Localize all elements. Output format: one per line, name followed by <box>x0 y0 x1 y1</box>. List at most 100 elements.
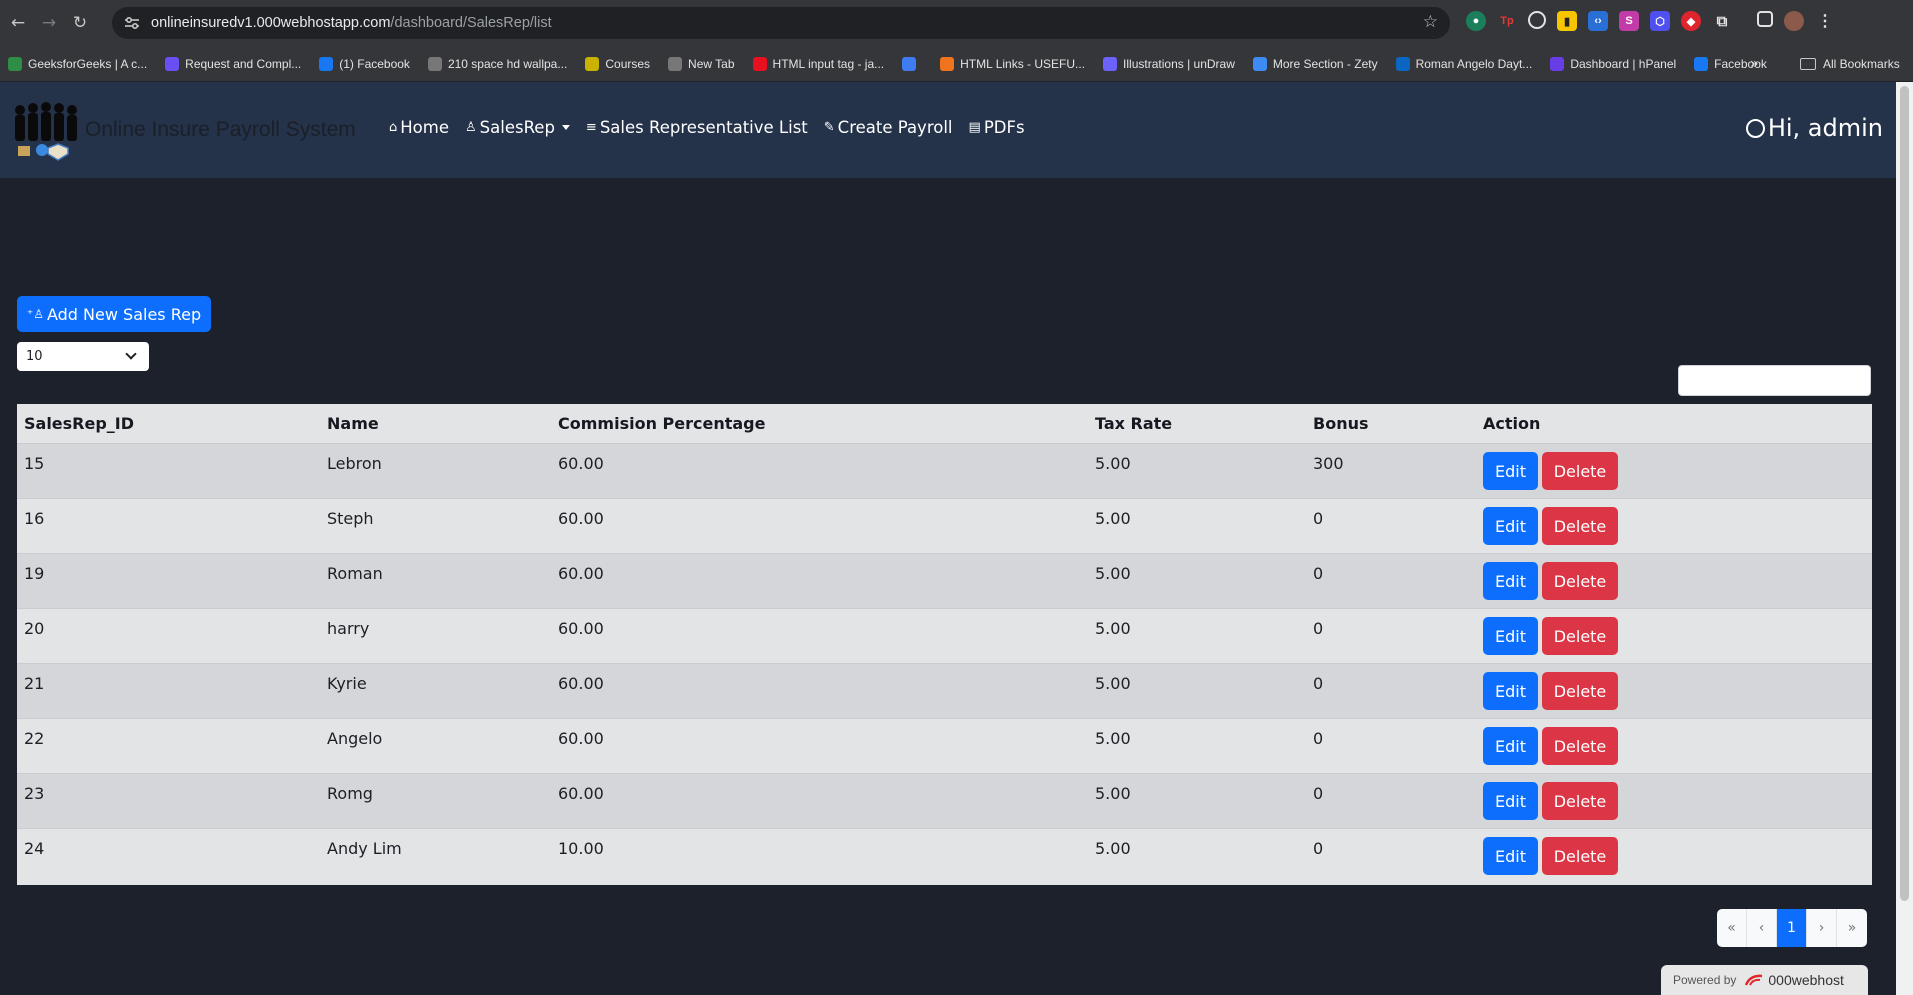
site-settings-icon[interactable] <box>121 12 143 34</box>
cell-bonus: 0 <box>1313 784 1324 803</box>
bookmark-label: Request and Compl... <box>185 56 302 71</box>
cell-tax-rate: 5.00 <box>1095 839 1131 858</box>
delete-button[interactable]: Delete <box>1542 837 1618 875</box>
nav-item-salesrep[interactable]: ♙ SalesRep <box>465 118 570 137</box>
header-name[interactable]: Name <box>327 414 379 433</box>
bookmark-item[interactable]: Roman Angelo Dayt... <box>1395 56 1532 71</box>
bookmark-item[interactable] <box>902 56 922 71</box>
bookmark-item[interactable]: Dashboard | hPanel <box>1550 56 1676 71</box>
nav-item-label: PDFs <box>983 118 1025 137</box>
bookmark-item[interactable]: GeeksforGeeks | A c... <box>8 56 147 71</box>
header-tax-rate[interactable]: Tax Rate <box>1095 414 1172 433</box>
cell-id: 16 <box>24 509 45 528</box>
cell-commission: 60.00 <box>558 674 604 693</box>
bookmark-item[interactable]: (1) Facebook <box>319 56 410 71</box>
edit-button[interactable]: Edit <box>1483 672 1538 710</box>
delete-button[interactable]: Delete <box>1542 507 1618 545</box>
bookmark-item[interactable]: Illustrations | unDraw <box>1103 56 1235 71</box>
edit-button[interactable]: Edit <box>1483 562 1538 600</box>
next-page-button[interactable]: › <box>1807 909 1837 947</box>
table-row: 21 Kyrie 60.00 5.00 0 Edit Delete <box>17 664 1872 719</box>
nav-item-pdfs[interactable]: ▤ PDFs <box>969 118 1025 137</box>
extension-icon[interactable]: ◆ <box>1681 11 1701 31</box>
edit-button[interactable]: Edit <box>1483 507 1538 545</box>
extension-icon[interactable]: ‹› <box>1588 11 1608 31</box>
table-search-input[interactable] <box>1678 365 1871 396</box>
profile-avatar[interactable] <box>1784 11 1804 31</box>
powered-by-badge[interactable]: Powered by 000webhost <box>1661 965 1868 995</box>
cell-id: 22 <box>24 729 45 748</box>
delete-button[interactable]: Delete <box>1542 782 1618 820</box>
header-commission[interactable]: Commision Percentage <box>558 414 765 433</box>
url-host: onlineinsuredv1.000webhostapp.com <box>151 15 391 31</box>
000webhost-logo-icon <box>1745 974 1763 986</box>
edit-button[interactable]: Edit <box>1483 617 1538 655</box>
cell-tax-rate: 5.00 <box>1095 509 1131 528</box>
cell-tax-rate: 5.00 <box>1095 674 1131 693</box>
all-bookmarks-button[interactable]: All Bookmarks <box>1800 46 1900 82</box>
first-page-button[interactable]: « <box>1717 909 1747 947</box>
cell-name: Kyrie <box>327 674 367 693</box>
scrollbar-thumb[interactable] <box>1900 86 1909 901</box>
delete-button[interactable]: Delete <box>1542 562 1618 600</box>
page-scrollbar[interactable] <box>1896 82 1913 995</box>
nav-item-label: Home <box>400 118 449 137</box>
page-button[interactable]: 1 <box>1777 909 1807 947</box>
delete-button[interactable]: Delete <box>1542 727 1618 765</box>
header-bonus[interactable]: Bonus <box>1313 414 1369 433</box>
nav-item-create-payroll[interactable]: ✎ Create Payroll <box>824 118 953 137</box>
extension-icon[interactable]: S <box>1619 11 1639 31</box>
address-bar[interactable]: onlineinsuredv1.000webhostapp.com/dashbo… <box>112 7 1450 39</box>
header-salesrep-id[interactable]: SalesRep_ID <box>24 414 134 433</box>
user-greeting[interactable]: Hi, admin <box>1745 114 1883 142</box>
add-new-sales-rep-button[interactable]: ⁺♙ Add New Sales Rep <box>17 296 211 332</box>
table-row: 20 harry 60.00 5.00 0 Edit Delete <box>17 609 1872 664</box>
cell-id: 20 <box>24 619 45 638</box>
bookmark-item[interactable]: 210 space hd wallpa... <box>427 56 567 71</box>
edit-button[interactable]: Edit <box>1483 837 1538 875</box>
undraw-icon <box>1103 56 1118 71</box>
bookmark-item[interactable]: More Section - Zety <box>1252 56 1378 71</box>
previous-page-button[interactable]: ‹ <box>1747 909 1777 947</box>
extension-icon[interactable]: ▮ <box>1557 11 1577 31</box>
bookmark-item[interactable]: HTML input tag - ja... <box>752 56 884 71</box>
reload-icon[interactable]: ↻ <box>67 10 93 36</box>
bookmark-star-icon[interactable]: ☆ <box>1423 12 1438 32</box>
bookmark-item[interactable]: New Tab <box>668 56 735 71</box>
nav-icon: ≡ <box>585 120 597 135</box>
bookmark-item[interactable]: HTML Links - USEFU... <box>940 56 1086 71</box>
menu-dots-icon[interactable]: ⋮ <box>1815 11 1835 31</box>
cell-tax-rate: 5.00 <box>1095 729 1131 748</box>
extension-icon[interactable]: ● <box>1466 11 1486 31</box>
edit-button[interactable]: Edit <box>1483 452 1538 490</box>
side-panel-icon[interactable] <box>1757 11 1773 27</box>
forward-arrow-icon[interactable]: → <box>36 10 62 36</box>
edit-button[interactable]: Edit <box>1483 782 1538 820</box>
app-logo[interactable] <box>6 98 86 164</box>
delete-button[interactable]: Delete <box>1542 617 1618 655</box>
add-user-icon: ⁺♙ <box>26 307 44 321</box>
cell-commission: 60.00 <box>558 619 604 638</box>
extension-icon[interactable]: Tp <box>1497 11 1517 31</box>
bookmark-item[interactable]: Courses <box>585 56 651 71</box>
table-row: 15 Lebron 60.00 5.00 300 Edit Delete <box>17 444 1872 499</box>
extension-icon[interactable]: ⬡ <box>1650 11 1670 31</box>
extension-icon[interactable] <box>1528 11 1546 29</box>
caret-down-icon <box>561 125 570 130</box>
delete-button[interactable]: Delete <box>1542 672 1618 710</box>
extensions-puzzle-icon[interactable]: ⧉ <box>1712 11 1732 31</box>
edit-button[interactable]: Edit <box>1483 727 1538 765</box>
bookmark-label: Courses <box>605 56 651 71</box>
app-brand-title[interactable]: Online Insure Payroll System <box>85 118 356 142</box>
facebook-icon <box>1694 56 1709 71</box>
nav-item-sales-representative-list[interactable]: ≡ Sales Representative List <box>586 118 808 137</box>
last-page-button[interactable]: » <box>1837 909 1867 947</box>
back-arrow-icon[interactable]: ← <box>5 10 31 36</box>
nav-item-home[interactable]: ⌂ Home <box>389 118 449 137</box>
facebook-icon <box>319 56 334 71</box>
bookmark-label: HTML Links - USEFU... <box>960 56 1086 71</box>
bookmark-item[interactable]: Request and Compl... <box>165 56 302 71</box>
bookmarks-overflow-icon[interactable]: » <box>1750 56 1759 72</box>
page-length-select[interactable]: 10 <box>17 342 149 371</box>
delete-button[interactable]: Delete <box>1542 452 1618 490</box>
